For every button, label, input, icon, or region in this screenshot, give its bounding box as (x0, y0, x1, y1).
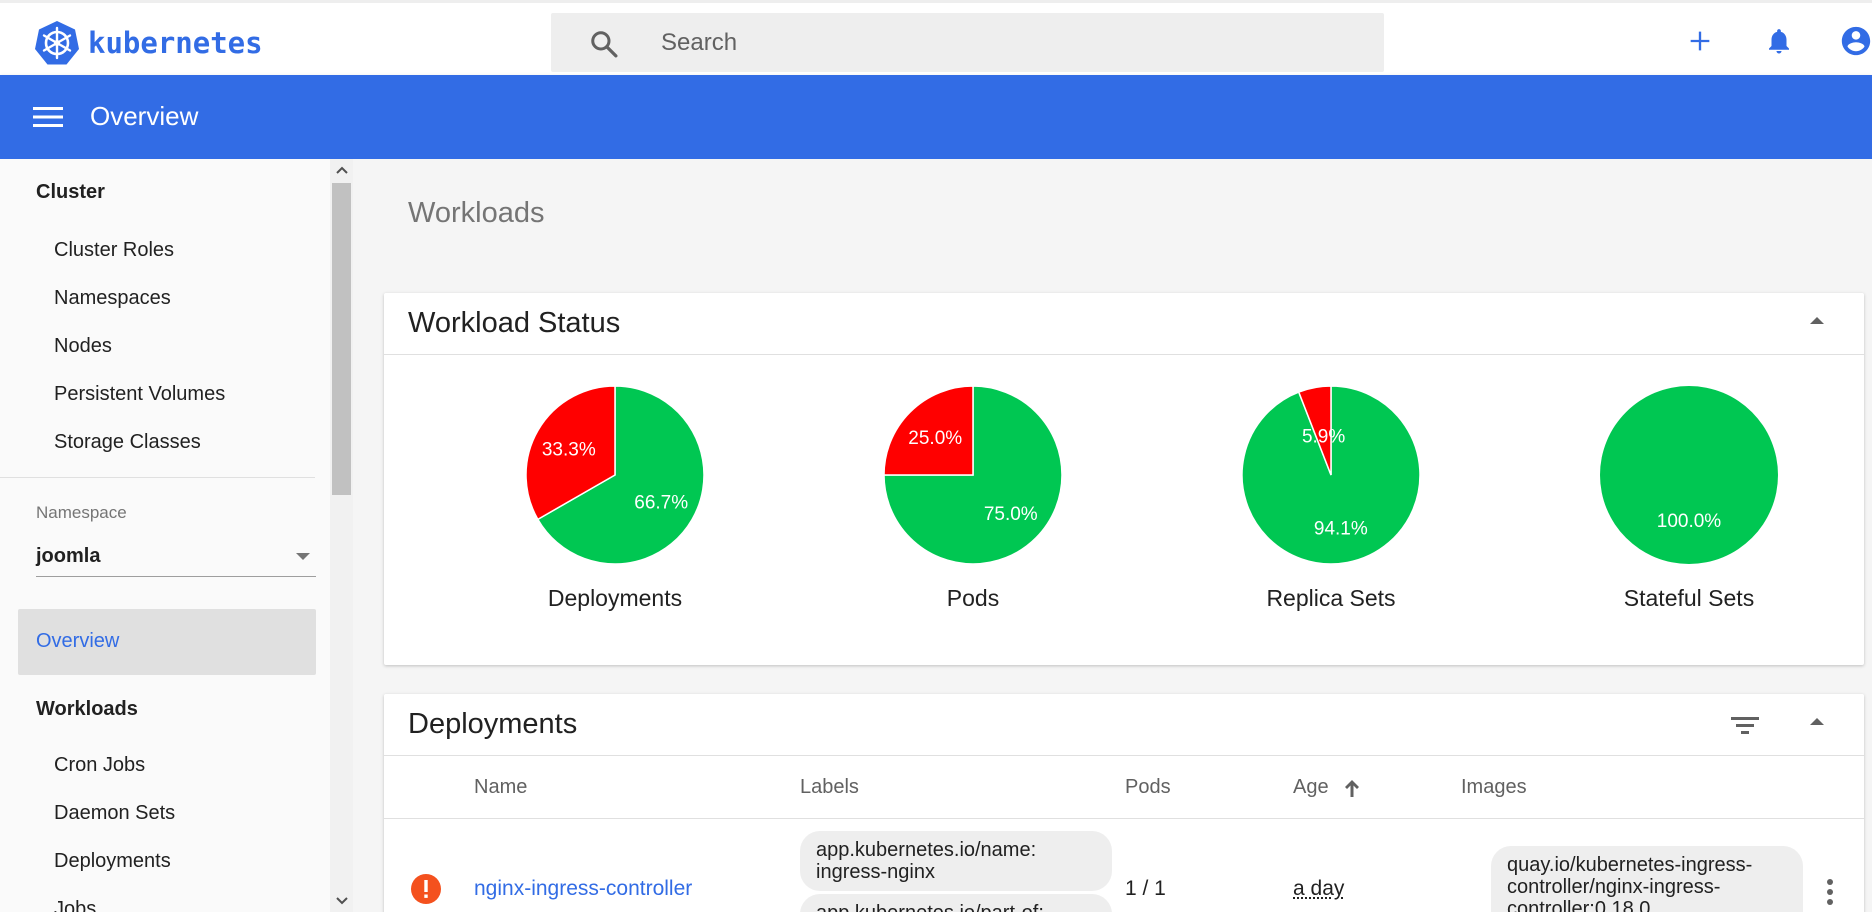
collapse-arrow-icon (1810, 718, 1824, 725)
filter-icon[interactable] (1728, 710, 1762, 740)
card-header: Deployments (384, 694, 1864, 756)
pie-chart-deployments: 66.7% 33.3% (525, 385, 705, 565)
sidebar-item-storage-classes[interactable]: Storage Classes (54, 431, 201, 454)
sidebar-item-persistent-volumes[interactable]: Persistent Volumes (54, 383, 225, 406)
create-button[interactable] (1682, 23, 1718, 59)
pie-label-replica-sets: Replica Sets (1211, 585, 1451, 612)
card-header: Workload Status (384, 293, 1864, 355)
pie-value-label-pods-1: 25.0% (908, 428, 962, 449)
sidebar-item-namespaces[interactable]: Namespaces (54, 287, 171, 310)
workload-status-card: Workload Status 66.7% 33.3% Deployments 7… (384, 293, 1864, 665)
sidebar-item-nodes[interactable]: Nodes (54, 335, 112, 358)
scroll-up-button[interactable] (330, 159, 353, 181)
workload-status-title: Workload Status (408, 307, 620, 340)
pie-label-deployments: Deployments (495, 585, 735, 612)
deployment-pods: 1 / 1 (1125, 877, 1166, 901)
image-chip: quay.io/kubernetes-ingress-controller/ng… (1491, 846, 1803, 912)
title-bar: Overview (0, 75, 1872, 159)
pie-stateful-sets: 100.0% Stateful Sets (1569, 385, 1809, 612)
column-header-age[interactable]: Age (1293, 776, 1329, 799)
column-header-name[interactable]: Name (474, 776, 527, 799)
deployments-title: Deployments (408, 708, 577, 741)
pie-value-label-deployments-0: 66.7% (634, 493, 688, 514)
pie-value-label-pods-0: 75.0% (984, 504, 1038, 525)
brand-name: kubernetes (88, 26, 263, 60)
pie-chart-pods: 75.0% 25.0% (883, 385, 1063, 565)
bell-icon (1764, 26, 1794, 56)
kubernetes-logo[interactable]: kubernetes (34, 20, 263, 66)
deployments-card: Deployments Name Labels Pods Age Images … (384, 694, 1864, 912)
top-toolbar: kubernetes (0, 0, 1872, 75)
search-icon (589, 29, 619, 59)
deployment-name-link[interactable]: nginx-ingress-controller (474, 877, 692, 901)
namespace-value: joomla (36, 545, 100, 568)
pie-value-label-stateful-sets-0: 100.0% (1657, 511, 1722, 532)
sidebar-item-daemon-sets[interactable]: Daemon Sets (54, 802, 175, 825)
pie-label-stateful-sets: Stateful Sets (1569, 585, 1809, 612)
more-vert-icon[interactable] (1822, 874, 1838, 910)
column-header-pods: Pods (1125, 776, 1171, 799)
section-title: Workloads (408, 197, 544, 230)
pie-chart-replica-sets: 94.1% 5.9% (1241, 385, 1421, 565)
main-content: Workloads Workload Status 66.7% 33.3% Dep… (353, 159, 1872, 912)
sidebar-scrollbar[interactable] (330, 159, 353, 912)
namespace-label: Namespace (36, 503, 127, 523)
pie-replica-sets: 94.1% 5.9% Replica Sets (1211, 385, 1451, 612)
sidebar-nav: Cluster Cluster Roles Namespaces Nodes P… (0, 159, 330, 912)
sidebar-item-jobs[interactable]: Jobs (54, 898, 96, 912)
header-divider (384, 818, 1864, 819)
sidebar-item-deployments[interactable]: Deployments (54, 850, 171, 873)
nav-heading-workloads[interactable]: Workloads (36, 698, 138, 721)
pie-label-pods: Pods (853, 585, 1093, 612)
notifications-button[interactable] (1761, 23, 1797, 59)
pie-pods: 75.0% 25.0% Pods (853, 385, 1093, 612)
search-input[interactable] (661, 13, 1361, 72)
column-header-labels: Labels (800, 776, 859, 799)
label-chip: app.kubernetes.io/name: ingress-nginx (800, 831, 1112, 891)
collapse-arrow-icon (1810, 317, 1824, 324)
sort-arrow-up-icon[interactable] (1342, 777, 1362, 799)
error-status-icon (410, 873, 442, 905)
hamburger-menu-icon[interactable] (32, 103, 64, 131)
chevron-down-icon (336, 897, 348, 905)
namespace-select[interactable]: joomla (36, 535, 316, 577)
dropdown-caret-icon (296, 553, 310, 560)
chevron-up-icon (336, 166, 348, 174)
pie-value-label-replica-sets-1: 5.9% (1302, 427, 1345, 448)
scroll-down-button[interactable] (330, 890, 353, 912)
pie-deployments: 66.7% 33.3% Deployments (495, 385, 735, 612)
collapse-deployments-button[interactable] (1796, 704, 1838, 746)
collapse-status-button[interactable] (1796, 303, 1838, 345)
pie-slice-stateful-sets-0 (1600, 386, 1778, 564)
scrollbar-thumb[interactable] (332, 183, 351, 495)
user-account-button[interactable] (1838, 23, 1872, 59)
page-title: Overview (90, 101, 198, 132)
column-header-images: Images (1461, 776, 1527, 799)
account-circle-icon (1839, 24, 1872, 58)
sidebar-item-cluster-roles[interactable]: Cluster Roles (54, 239, 174, 262)
sidebar-item-cron-jobs[interactable]: Cron Jobs (54, 754, 145, 777)
plus-icon (1686, 27, 1714, 55)
pie-value-label-replica-sets-0: 94.1% (1314, 518, 1368, 539)
search-bar[interactable] (551, 13, 1384, 72)
pie-chart-stateful-sets: 100.0% (1599, 385, 1779, 565)
kubernetes-wheel-icon (34, 20, 80, 66)
pie-value-label-deployments-1: 33.3% (542, 439, 596, 460)
label-chip: app.kubernetes.io/part-of: ingress-nginx (800, 894, 1112, 912)
nav-heading-cluster[interactable]: Cluster (36, 181, 105, 204)
sidebar-item-overview-label: Overview (36, 630, 119, 653)
sidebar-divider (0, 477, 315, 478)
deployment-age[interactable]: a day (1293, 877, 1344, 901)
sidebar-item-overview[interactable]: Overview (18, 609, 316, 675)
